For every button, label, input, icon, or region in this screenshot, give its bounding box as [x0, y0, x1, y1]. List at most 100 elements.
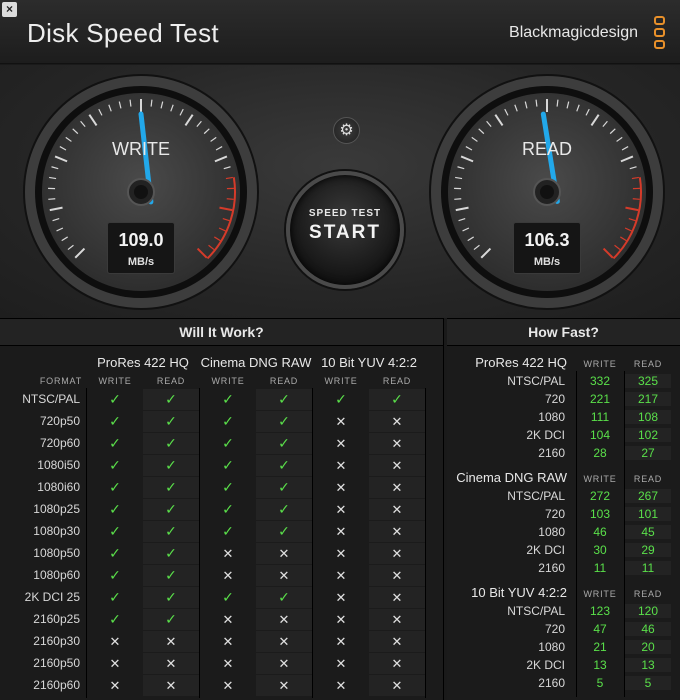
cross-icon: ✕ — [335, 502, 347, 517]
read-gauge-tick — [454, 198, 462, 200]
check-icon: ✓ — [256, 587, 312, 608]
column-divider — [425, 388, 426, 698]
read-fps-value: 101 — [625, 507, 671, 521]
check-icon: ✓ — [143, 499, 199, 520]
write-fps-value: 47 — [593, 622, 607, 636]
brand-name: Blackmagicdesign — [509, 24, 638, 41]
column-divider — [624, 371, 625, 697]
format-row-label: 1080p60 — [33, 568, 80, 582]
read-fps-value: 13 — [625, 658, 671, 672]
check-icon: ✓ — [222, 391, 234, 407]
write-fps-value: 221 — [589, 392, 611, 406]
cross-icon: ✕ — [109, 678, 121, 693]
cross-icon: ✕ — [335, 546, 347, 561]
cross-icon: ✕ — [109, 634, 121, 649]
cross-icon: ✕ — [256, 675, 312, 696]
speed-row-label: 2K DCI — [526, 428, 565, 442]
format-row-label: 1080i60 — [37, 480, 80, 494]
app-title: Disk Speed Test — [27, 18, 219, 48]
cross-icon: ✕ — [369, 675, 425, 696]
speed-row-label: 1080 — [538, 525, 565, 539]
read-fps-value: 45 — [625, 525, 671, 539]
check-icon: ✓ — [143, 411, 199, 432]
check-icon: ✓ — [143, 477, 199, 498]
check-icon: ✓ — [109, 479, 121, 495]
cross-icon: ✕ — [222, 546, 234, 561]
column-divider — [199, 388, 200, 698]
write-gauge — [23, 74, 259, 310]
cross-icon: ✕ — [335, 458, 347, 473]
read-column-header: READ — [269, 376, 299, 386]
check-icon: ✓ — [256, 499, 312, 520]
check-icon: ✓ — [335, 391, 347, 407]
read-fps-value: 267 — [625, 489, 671, 503]
cross-icon: ✕ — [222, 568, 234, 583]
write-column-header: WRITE — [211, 376, 245, 386]
write-fps-value: 21 — [593, 640, 607, 654]
check-icon: ✓ — [222, 501, 234, 517]
start-button[interactable]: SPEED TEST START — [286, 171, 404, 289]
write-gauge-tick — [129, 99, 132, 107]
write-speed-unit: MB/s — [127, 256, 155, 268]
write-column-header: WRITE — [98, 376, 132, 386]
cross-icon: ✕ — [369, 587, 425, 608]
check-icon: ✓ — [143, 565, 199, 586]
read-gauge-hub-center — [540, 185, 554, 199]
write-fps-value: 332 — [589, 374, 611, 388]
check-icon: ✓ — [109, 567, 121, 583]
speed-row-label: 2160 — [538, 561, 565, 575]
speed-row-label: NTSC/PAL — [507, 489, 565, 503]
read-speed-unit: MB/s — [533, 256, 561, 268]
speed-row-label: 1080 — [538, 640, 565, 654]
read-speed-value: 106.3 — [524, 230, 570, 250]
close-button[interactable]: × — [2, 2, 17, 17]
check-icon: ✓ — [109, 589, 121, 605]
format-row-label: 1080p50 — [33, 546, 80, 560]
write-fps-value: 103 — [589, 507, 611, 521]
read-gauge-tick — [632, 198, 640, 200]
check-icon: ✓ — [143, 521, 199, 542]
cross-icon: ✕ — [143, 631, 199, 652]
speed-row-label: 2160 — [538, 446, 565, 460]
check-icon: ✓ — [256, 521, 312, 542]
read-column-header: READ — [382, 376, 412, 386]
check-icon: ✓ — [222, 435, 234, 451]
check-icon: ✓ — [222, 523, 234, 539]
format-row-label: 1080p30 — [33, 524, 80, 538]
cross-icon: ✕ — [222, 656, 234, 671]
check-icon: ✓ — [143, 389, 199, 410]
speed-row-label: 720 — [544, 392, 565, 406]
column-divider — [312, 388, 313, 698]
cross-icon: ✕ — [335, 414, 347, 429]
group-title: ProRes 422 HQ — [97, 355, 189, 370]
check-icon: ✓ — [109, 413, 121, 429]
write-fps-value: 30 — [593, 543, 607, 557]
format-row-label: 1080i50 — [37, 458, 80, 472]
write-gauge-tick — [226, 198, 234, 200]
format-row-label: 1080p25 — [33, 502, 80, 516]
write-gauge-tick — [48, 198, 56, 200]
write-column-header: WRITE — [583, 359, 617, 369]
write-gauge-hub-center — [134, 185, 148, 199]
check-icon: ✓ — [109, 391, 121, 407]
check-icon: ✓ — [222, 479, 234, 495]
check-icon: ✓ — [256, 477, 312, 498]
write-fps-value: 46 — [593, 525, 607, 539]
write-fps-value: 28 — [593, 446, 607, 460]
speed-group-title: Cinema DNG RAW — [456, 470, 567, 485]
check-icon: ✓ — [256, 411, 312, 432]
check-icon: ✓ — [256, 433, 312, 454]
write-column-header: WRITE — [324, 376, 358, 386]
settings-button[interactable]: ⚙ — [333, 117, 360, 144]
read-column-header: READ — [633, 474, 663, 484]
speed-row-label: 2K DCI — [526, 543, 565, 557]
cross-icon: ✕ — [143, 675, 199, 696]
write-column-header: WRITE — [583, 474, 617, 484]
cross-icon: ✕ — [335, 436, 347, 451]
check-icon: ✓ — [256, 389, 312, 410]
how-fast-header: How Fast? — [447, 319, 680, 346]
read-fps-value: 46 — [625, 622, 671, 636]
read-fps-value: 102 — [625, 428, 671, 442]
write-fps-value: 11 — [593, 561, 607, 575]
write-fps-value: 5 — [596, 676, 604, 690]
